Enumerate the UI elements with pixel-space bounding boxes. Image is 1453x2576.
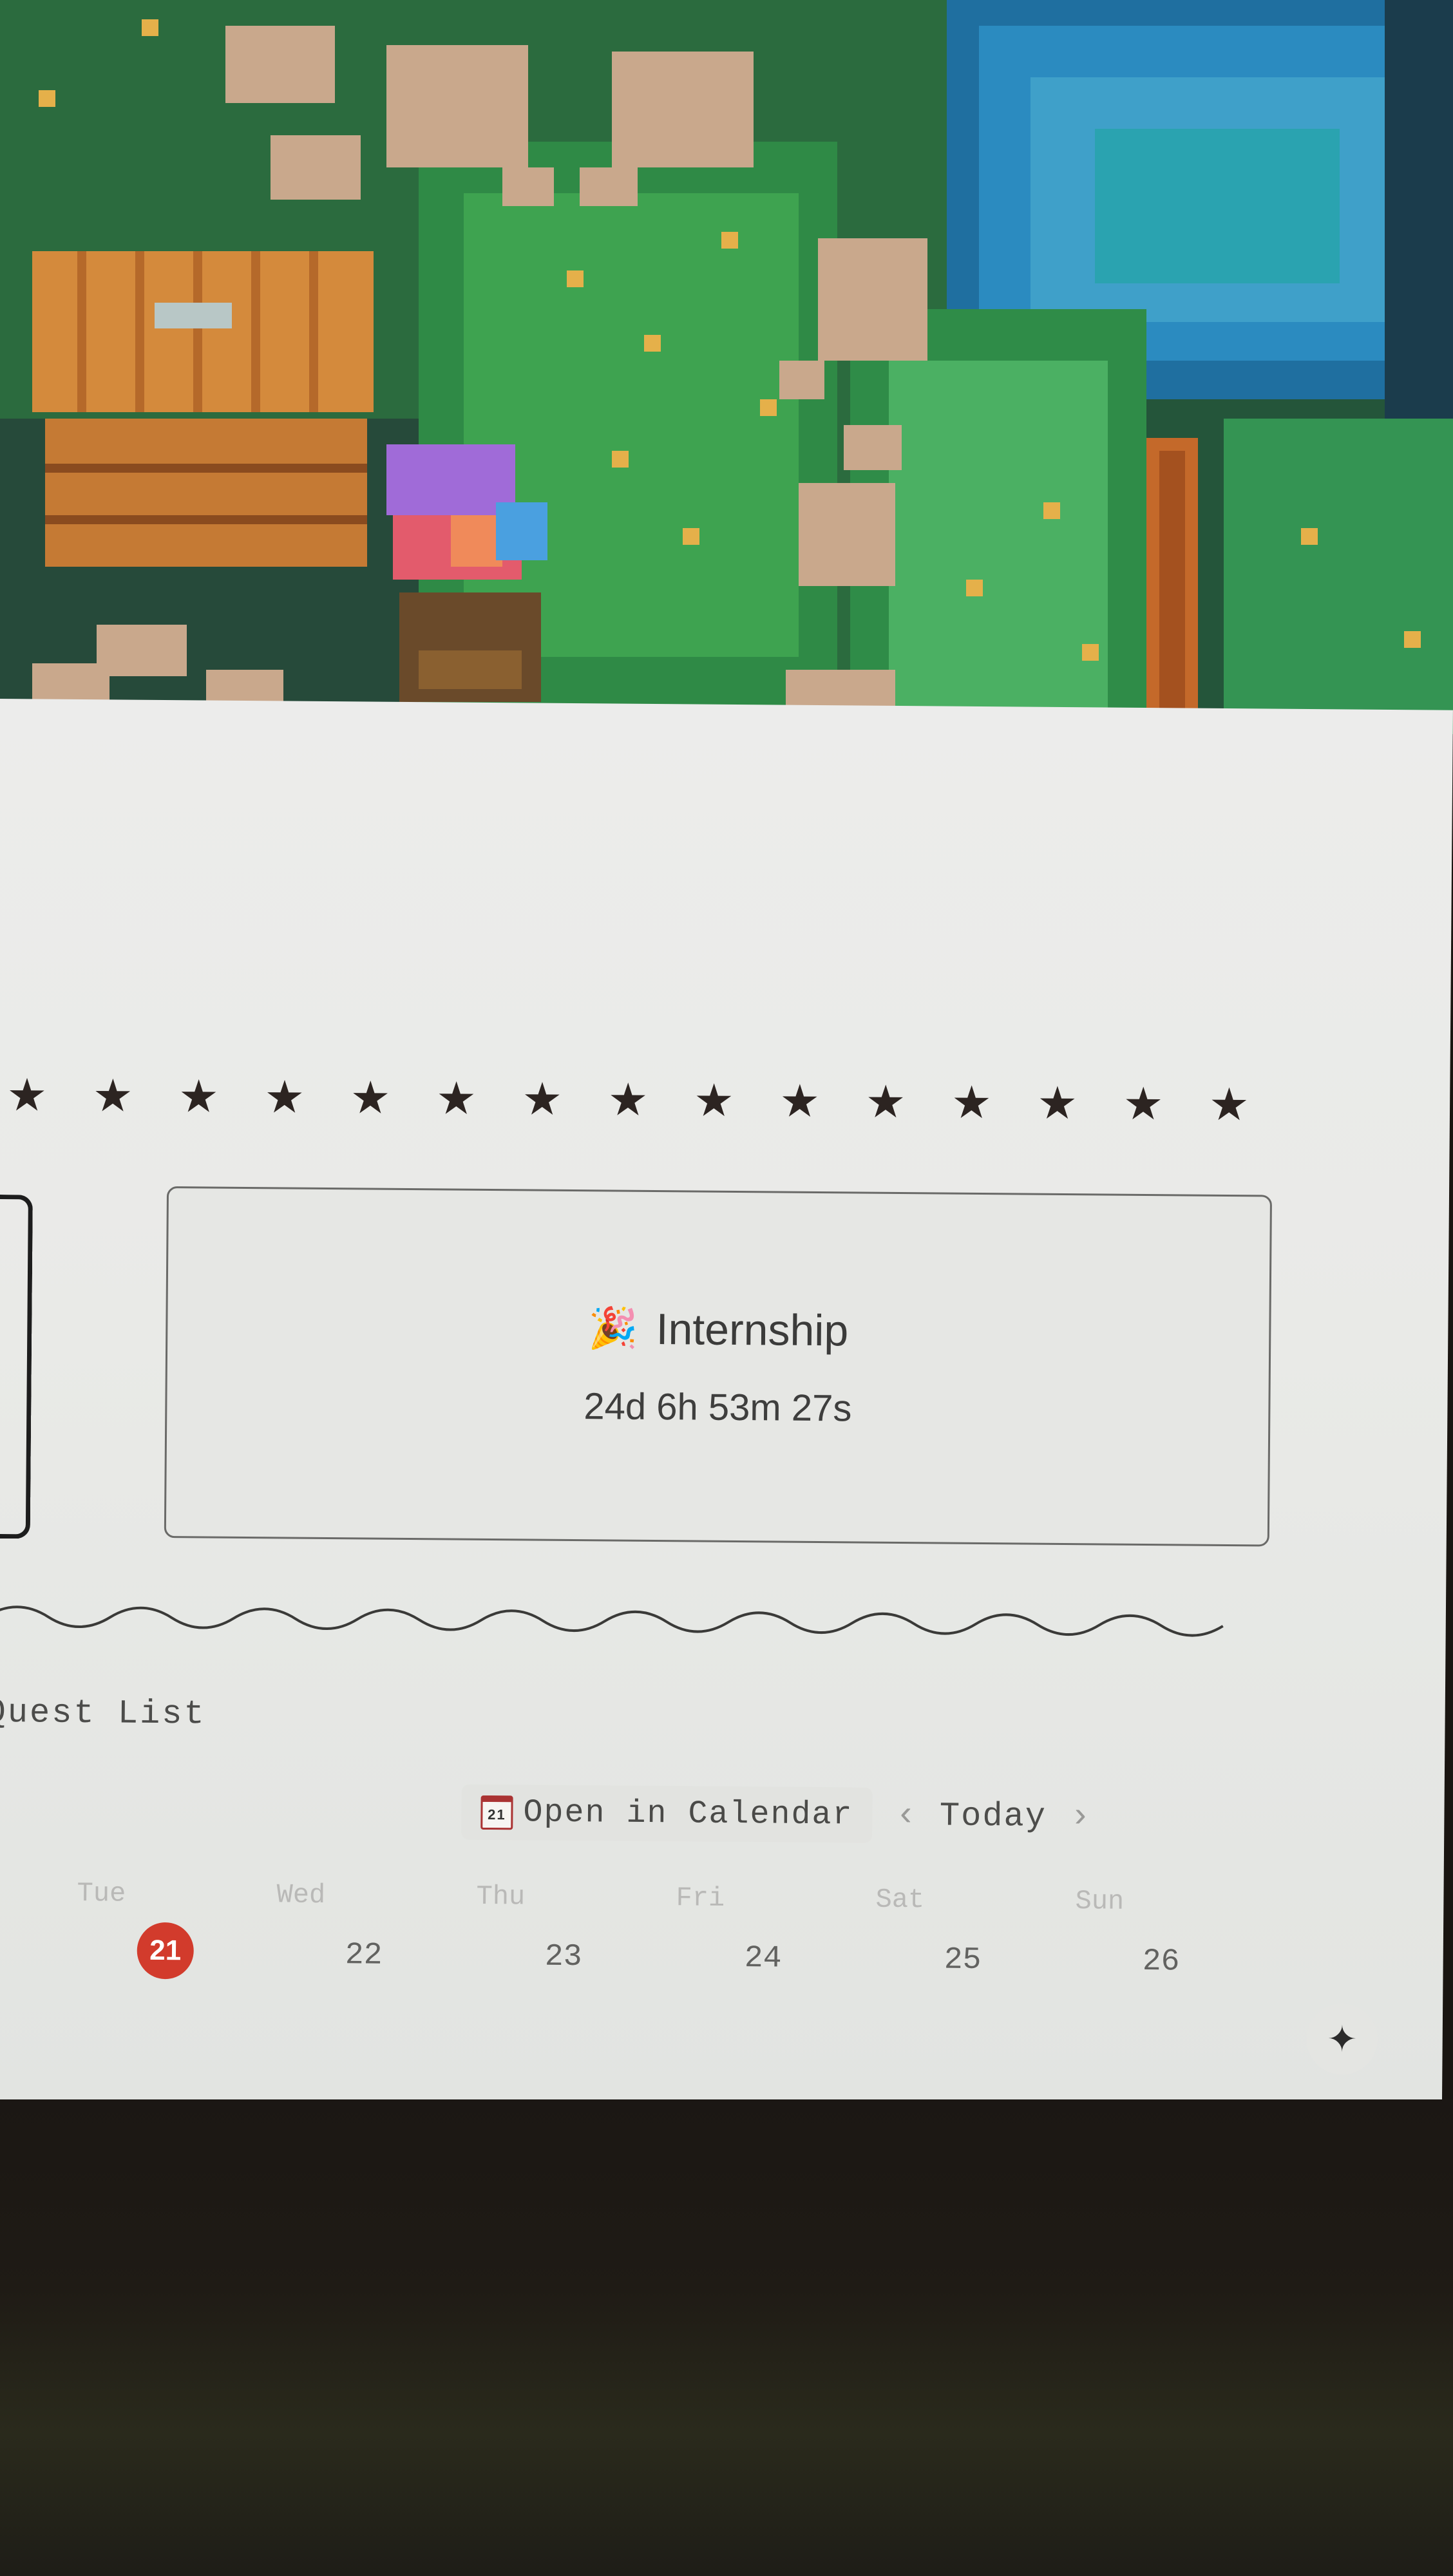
star-icon: ★	[6, 1070, 48, 1121]
calendar-day[interactable]: 24	[698, 1941, 827, 1977]
previous-week-button[interactable]: ‹	[891, 1795, 920, 1835]
today-button[interactable]: Today	[940, 1797, 1047, 1835]
cover-image	[0, 0, 1453, 734]
weekday-label: Fri	[676, 1882, 725, 1914]
notion-page: ★ ★ ★ ★ ★ ★ ★ ★ ★ ★ ★ ★ ★ ★ ★ 🎉 Internsh…	[0, 699, 1453, 2117]
calendar-icon: 21	[480, 1795, 513, 1830]
today-marker: 21	[137, 1922, 195, 1980]
calendar-day[interactable]: 23	[499, 1939, 627, 1975]
ai-sparkle-icon[interactable]: ✦	[1306, 2003, 1378, 2075]
calendar-day[interactable]: 26	[1096, 1944, 1225, 1980]
countdown-title: 🎉 Internship	[588, 1303, 848, 1356]
countdown-label: Internship	[656, 1304, 849, 1355]
calendar-day[interactable]: 25	[898, 1942, 1027, 1978]
adjacent-card-edge[interactable]	[0, 1194, 33, 1539]
monitor-bezel	[0, 2099, 1453, 2576]
date-row: 21 22 23 24 25 26	[0, 1922, 1407, 1979]
star-divider: ★ ★ ★ ★ ★ ★ ★ ★ ★ ★ ★ ★ ★ ★ ★	[0, 1070, 1272, 1130]
open-in-calendar-button[interactable]: 21 Open in Calendar	[461, 1784, 873, 1843]
star-icon: ★	[350, 1072, 391, 1123]
quest-list-heading: Quest List	[0, 1693, 206, 1734]
calendar-toolbar: 21 Open in Calendar ‹ Today ›	[461, 1784, 1095, 1845]
star-icon: ★	[1208, 1079, 1250, 1130]
weekday-label: Sat	[875, 1884, 925, 1916]
weekday-label: Wed	[276, 1879, 326, 1911]
star-icon: ★	[693, 1075, 735, 1126]
countdown-widget[interactable]: 🎉 Internship 24d 6h 53m 27s	[164, 1186, 1273, 1547]
star-icon: ★	[522, 1074, 563, 1124]
weekday-label: Sun	[1075, 1886, 1125, 1917]
star-icon: ★	[1037, 1077, 1078, 1129]
star-icon: ★	[1123, 1078, 1164, 1130]
party-popper-icon: 🎉	[588, 1306, 638, 1351]
star-icon: ★	[435, 1073, 477, 1124]
weekday-label: Thu	[476, 1880, 526, 1913]
wavy-divider	[0, 1605, 1224, 1637]
open-in-calendar-label: Open in Calendar	[523, 1794, 853, 1833]
star-icon: ★	[607, 1074, 649, 1125]
calendar-day-today[interactable]: 21	[100, 1922, 230, 1980]
star-icon: ★	[951, 1077, 992, 1128]
star-icon: ★	[865, 1076, 906, 1128]
weekday-header-row: Tue Wed Thu Fri Sat Sun	[0, 1877, 1408, 1917]
next-week-button[interactable]: ›	[1066, 1797, 1095, 1837]
star-icon: ★	[178, 1071, 220, 1122]
star-icon: ★	[92, 1070, 133, 1121]
star-icon: ★	[264, 1072, 305, 1122]
star-icon: ★	[779, 1075, 821, 1127]
calendar-day[interactable]: 22	[299, 1938, 428, 1974]
countdown-timer: 24d 6h 53m 27s	[584, 1385, 852, 1429]
weekday-label: Tue	[77, 1877, 126, 1909]
